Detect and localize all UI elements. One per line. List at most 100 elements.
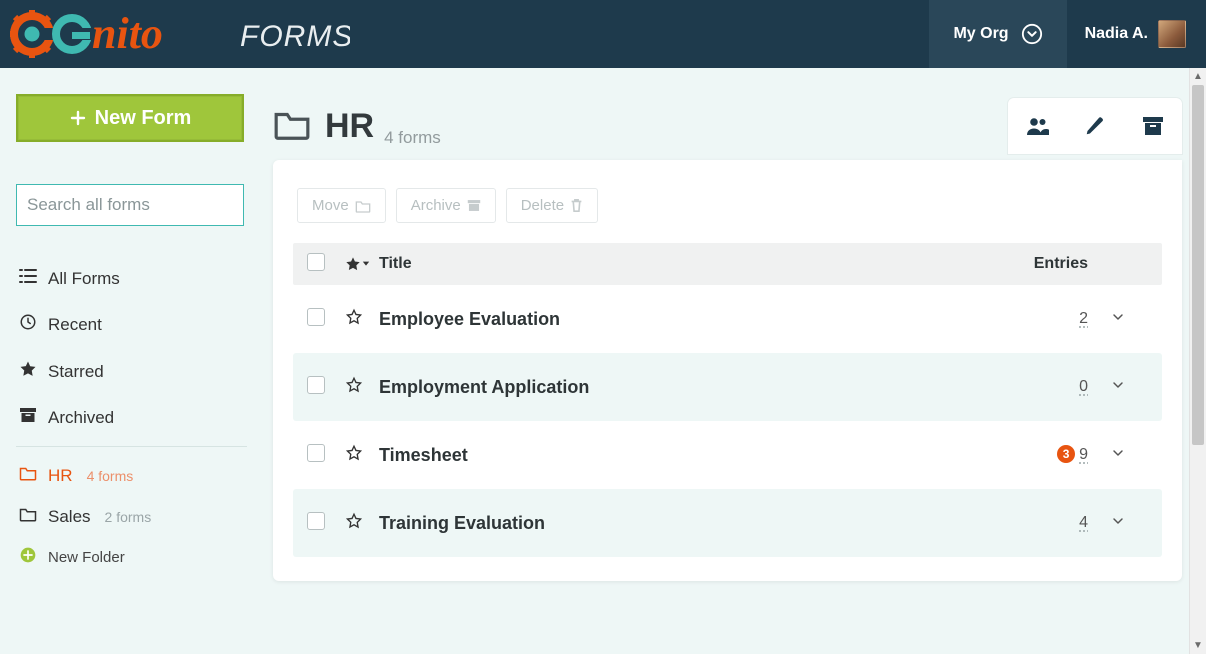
table-row: Timesheet 39 <box>293 421 1162 489</box>
entries-link[interactable]: 4 <box>1006 514 1088 532</box>
pencil-icon <box>1084 115 1106 137</box>
folder-actions <box>1008 98 1182 154</box>
bulk-delete-label: Delete <box>521 197 564 214</box>
vertical-scrollbar[interactable]: ▲ ▼ <box>1189 68 1206 654</box>
user-name-label: Nadia A. <box>1085 25 1148 43</box>
column-title[interactable]: Title <box>375 255 1006 273</box>
chevron-down-icon <box>1110 309 1126 325</box>
scroll-up-icon: ▲ <box>1190 68 1206 85</box>
star-toggle[interactable] <box>345 444 375 467</box>
row-checkbox[interactable] <box>307 376 325 394</box>
folder-icon <box>18 506 38 527</box>
folder-icon <box>18 465 38 486</box>
sidebar-nav: All Forms Recent Starred Archived <box>16 256 247 577</box>
folder-label: HR <box>48 466 73 486</box>
search-input[interactable] <box>27 195 248 215</box>
form-title-link[interactable]: Timesheet <box>375 445 1006 466</box>
row-checkbox[interactable] <box>307 444 325 462</box>
chevron-down-circle-icon <box>1021 23 1043 45</box>
star-outline-icon <box>345 308 363 326</box>
sidebar-folder-sales[interactable]: Sales 2 forms <box>16 496 247 537</box>
sidebar-divider <box>16 446 247 447</box>
star-fill-icon <box>18 360 38 383</box>
archive-icon <box>1142 116 1164 136</box>
row-expand-button[interactable] <box>1088 513 1148 534</box>
chevron-down-icon <box>1110 377 1126 393</box>
scrollbar-thumb[interactable] <box>1192 85 1204 445</box>
star-toggle[interactable] <box>345 308 375 331</box>
star-outline-icon <box>345 512 363 530</box>
sidebar-item-label: Recent <box>48 315 102 335</box>
share-folder-button[interactable] <box>1008 98 1066 154</box>
row-checkbox[interactable] <box>307 308 325 326</box>
content-area: HR 4 forms <box>263 68 1206 654</box>
content-header: HR 4 forms <box>273 98 1182 154</box>
page-body: New Form All Forms Recent <box>0 68 1206 654</box>
org-name-label: My Org <box>953 25 1008 43</box>
archive-folder-button[interactable] <box>1124 98 1182 154</box>
plus-icon <box>69 109 87 127</box>
form-title-link[interactable]: Employment Application <box>375 377 1006 398</box>
rename-folder-button[interactable] <box>1066 98 1124 154</box>
bulk-archive-button[interactable]: Archive <box>396 188 496 223</box>
sidebar-item-label: All Forms <box>48 269 120 289</box>
sidebar-item-starred[interactable]: Starred <box>16 348 247 395</box>
org-switcher[interactable]: My Org <box>929 0 1066 68</box>
select-all-checkbox[interactable] <box>307 253 325 271</box>
row-expand-button[interactable] <box>1088 445 1148 466</box>
sidebar-search[interactable] <box>16 184 244 226</box>
new-folder-label: New Folder <box>48 549 125 566</box>
entries-link[interactable]: 39 <box>1006 446 1088 464</box>
form-title-link[interactable]: Employee Evaluation <box>375 309 1006 330</box>
star-outline-icon <box>345 444 363 462</box>
caret-down-icon <box>362 260 370 268</box>
entries-link[interactable]: 2 <box>1006 310 1088 328</box>
sidebar-folder-hr[interactable]: HR 4 forms <box>16 455 247 496</box>
brand-logo[interactable]: nito FORMS <box>10 8 350 60</box>
row-checkbox[interactable] <box>307 512 325 530</box>
folder-count: 2 forms <box>105 509 152 525</box>
column-entries[interactable]: Entries <box>1006 255 1088 273</box>
sidebar: New Form All Forms Recent <box>0 68 263 654</box>
sidebar-item-archived[interactable]: Archived <box>16 395 247 440</box>
star-toggle[interactable] <box>345 376 375 399</box>
new-form-label: New Form <box>95 107 192 130</box>
avatar <box>1158 20 1186 48</box>
new-folder-button[interactable]: New Folder <box>16 537 247 577</box>
star-outline-icon <box>345 376 363 394</box>
table-header: Title Entries <box>293 243 1162 285</box>
star-toggle[interactable] <box>345 512 375 535</box>
sidebar-item-recent[interactable]: Recent <box>16 301 247 348</box>
sidebar-item-label: Starred <box>48 362 104 382</box>
cognito-forms-logo-icon: nito FORMS <box>10 8 350 60</box>
sidebar-item-label: Archived <box>48 408 114 428</box>
trash-icon <box>570 198 583 213</box>
star-fill-icon <box>345 256 361 272</box>
svg-text:nito: nito <box>92 9 163 58</box>
form-title-link[interactable]: Training Evaluation <box>375 513 1006 534</box>
forms-panel: Move Archive Delete Title <box>273 160 1182 581</box>
bulk-delete-button[interactable]: Delete <box>506 188 598 223</box>
new-entries-badge: 3 <box>1057 445 1075 463</box>
svg-text:FORMS: FORMS <box>240 20 350 53</box>
entries-link[interactable]: 0 <box>1006 378 1088 396</box>
sort-by-star[interactable] <box>345 256 375 272</box>
bulk-actions: Move Archive Delete <box>297 188 1162 223</box>
top-navbar: nito FORMS My Org Nadia A. <box>0 0 1206 68</box>
archive-small-icon <box>467 199 481 212</box>
row-expand-button[interactable] <box>1088 377 1148 398</box>
clock-icon <box>18 313 38 336</box>
archive-icon <box>18 407 38 428</box>
table-row: Employment Application 0 <box>293 353 1162 421</box>
bulk-move-button[interactable]: Move <box>297 188 386 223</box>
user-menu[interactable]: Nadia A. <box>1067 0 1206 68</box>
plus-circle-icon <box>18 547 38 567</box>
page-title: HR <box>325 107 374 146</box>
table-row: Training Evaluation 4 <box>293 489 1162 557</box>
sidebar-item-all-forms[interactable]: All Forms <box>16 256 247 301</box>
row-expand-button[interactable] <box>1088 309 1148 330</box>
bulk-archive-label: Archive <box>411 197 461 214</box>
new-form-button[interactable]: New Form <box>16 94 244 142</box>
folder-outline-icon <box>355 199 371 213</box>
page-subtitle: 4 forms <box>384 128 441 154</box>
